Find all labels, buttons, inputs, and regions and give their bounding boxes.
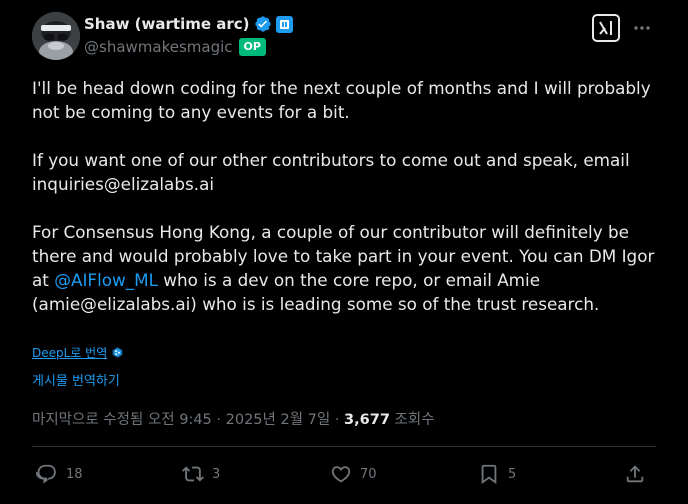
- author-display-name[interactable]: Shaw (wartime arc): [84, 15, 250, 33]
- translate-post-link[interactable]: 게시물 번역하기: [32, 370, 120, 389]
- bookmark-icon: [481, 464, 497, 485]
- edited-timestamp[interactable]: 마지막으로 수정됨 오전 9:45 · 2025년 2월 7일 ·: [32, 412, 344, 428]
- grok-button[interactable]: [592, 14, 620, 42]
- tweet-paragraph-1: I'll be head down coding for the next co…: [32, 78, 656, 122]
- deepl-icon: [112, 346, 123, 359]
- grok-icon: [599, 21, 612, 35]
- more-options-icon: [634, 26, 650, 30]
- heart-icon: [331, 466, 351, 483]
- avatar[interactable]: [32, 12, 80, 60]
- repost-button[interactable]: 3: [182, 460, 220, 488]
- reply-count: 18: [66, 466, 83, 482]
- bookmark-count: 5: [508, 466, 517, 482]
- verified-badge-icon[interactable]: [254, 15, 272, 33]
- tweet-meta: 마지막으로 수정됨 오전 9:45 · 2025년 2월 7일 · 3,677 …: [32, 408, 435, 429]
- views-count: 3,677: [344, 412, 390, 428]
- author-handle[interactable]: @shawmakesmagic: [84, 38, 233, 56]
- tweet-text: I'll be head down coding for the next co…: [32, 76, 664, 316]
- deepl-translate-link[interactable]: DeepL로 번역: [32, 344, 124, 361]
- mention-link[interactable]: @AIFlow_ML: [54, 270, 158, 290]
- repost-icon: [182, 466, 204, 482]
- like-count: 70: [360, 466, 377, 482]
- more-options-button[interactable]: [630, 16, 654, 40]
- affiliation-badge-icon[interactable]: [275, 15, 293, 33]
- reply-button[interactable]: 18: [36, 460, 83, 488]
- tweet-card: Shaw (wartime arc) @shawmakesmagic OP I'…: [0, 0, 688, 504]
- deepl-translate-label: DeepL로 번역: [32, 346, 108, 360]
- reply-icon: [36, 464, 56, 484]
- bookmark-button[interactable]: 5: [478, 460, 516, 488]
- author-name-row: Shaw (wartime arc): [84, 13, 293, 35]
- repost-count: 3: [212, 466, 221, 482]
- tweet-paragraph-3: For Consensus Hong Kong, a couple of our…: [32, 220, 664, 316]
- author-handle-row: @shawmakesmagic OP: [84, 36, 266, 58]
- share-button[interactable]: [624, 460, 646, 488]
- share-icon: [626, 465, 644, 483]
- op-badge: OP: [238, 38, 266, 56]
- divider: [32, 446, 656, 447]
- action-bar: 18 3 70 5: [32, 460, 656, 488]
- views-label: 조회수: [389, 412, 435, 428]
- like-button[interactable]: 70: [330, 460, 377, 488]
- tweet-paragraph-2: If you want one of our other contributor…: [32, 150, 635, 194]
